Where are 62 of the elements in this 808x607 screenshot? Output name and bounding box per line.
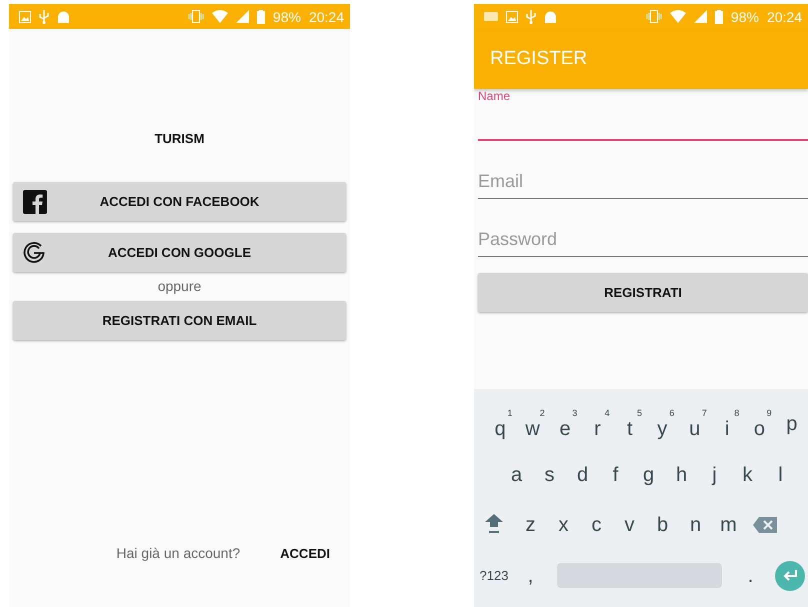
enter-key[interactable] [775,560,805,591]
google-icon [23,241,45,263]
battery-percent: 98% [730,8,759,24]
keyboard-key[interactable]: b [646,514,679,536]
app-title: TURISM [154,131,206,146]
facebook-icon [23,190,47,214]
keyboard-key[interactable]: 5 t [614,408,646,440]
email-register-button[interactable]: REGISTRATI CON EMAIL [13,301,346,340]
wifi-icon [212,10,228,23]
login-link[interactable]: ACCEDI [280,546,330,560]
battery-icon [256,10,265,24]
keyboard-key[interactable]: a [500,464,533,486]
keyboard-key[interactable]: c [580,514,613,536]
account-question: Hai già un account? [116,545,240,561]
separator-text: oppure [156,278,202,294]
signal-icon [694,10,707,23]
enter-icon [782,570,798,582]
keyboard-key[interactable]: 1 q [484,408,516,440]
usb-icon [526,10,536,24]
keyboard-key[interactable]: h [665,464,698,486]
keyboard-key[interactable]: 8 i [710,408,744,440]
image-icon [19,10,31,22]
app-bar-title: REGISTER [490,48,588,70]
input-field[interactable]: Name [478,89,808,141]
keyboard-key[interactable]: 6 y [646,408,678,440]
period-key[interactable]: . [734,564,767,587]
clock-time: 20:24 [766,8,802,24]
keyboard-key[interactable]: p [776,413,808,436]
keyboard-key[interactable]: n [679,514,712,536]
vibrate-icon [646,10,662,23]
battery-percent: 98% [272,8,301,24]
image-icon [506,10,518,22]
keyboard-key[interactable]: f [599,464,632,486]
backspace-icon[interactable] [753,517,777,534]
keyboard-key[interactable]: 4 r [581,408,614,440]
wifi-icon [670,10,686,23]
keyboard-icon [484,12,498,21]
keyboard-key[interactable]: 3 e [548,408,582,440]
keyboard-key[interactable]: 2 w [516,408,549,440]
register-button[interactable]: REGISTRATI [478,273,808,312]
keyboard-key[interactable]: v [613,514,646,536]
battery-icon [714,10,723,24]
google-login-button[interactable]: ACCEDI CON GOOGLE [13,233,346,272]
keyboard-key[interactable]: k [731,464,764,486]
shift-icon[interactable] [485,514,503,534]
keyboard-key[interactable]: m [712,514,745,536]
keyboard-key[interactable]: s [533,464,566,486]
keyboard-key[interactable]: j [698,464,731,486]
signal-icon [236,10,249,23]
comma-key[interactable]: , [514,564,547,587]
keyboard-key[interactable]: l [764,464,797,486]
clock-time: 20:24 [308,8,344,24]
vibrate-icon [188,10,204,23]
usb-icon [39,10,49,24]
keyboard-key[interactable]: 9 o [743,408,776,440]
keyboard-key[interactable]: d [566,464,599,486]
keyboard-key[interactable]: 7 u [678,408,711,440]
symbols-key[interactable]: ?123 [474,568,514,584]
keyboard-key[interactable]: x [547,514,580,536]
facebook-login-button[interactable]: ACCEDI CON FACEBOOK [13,182,346,221]
keyboard-key[interactable]: z [514,514,547,536]
keyboard-key[interactable]: g [632,464,665,486]
